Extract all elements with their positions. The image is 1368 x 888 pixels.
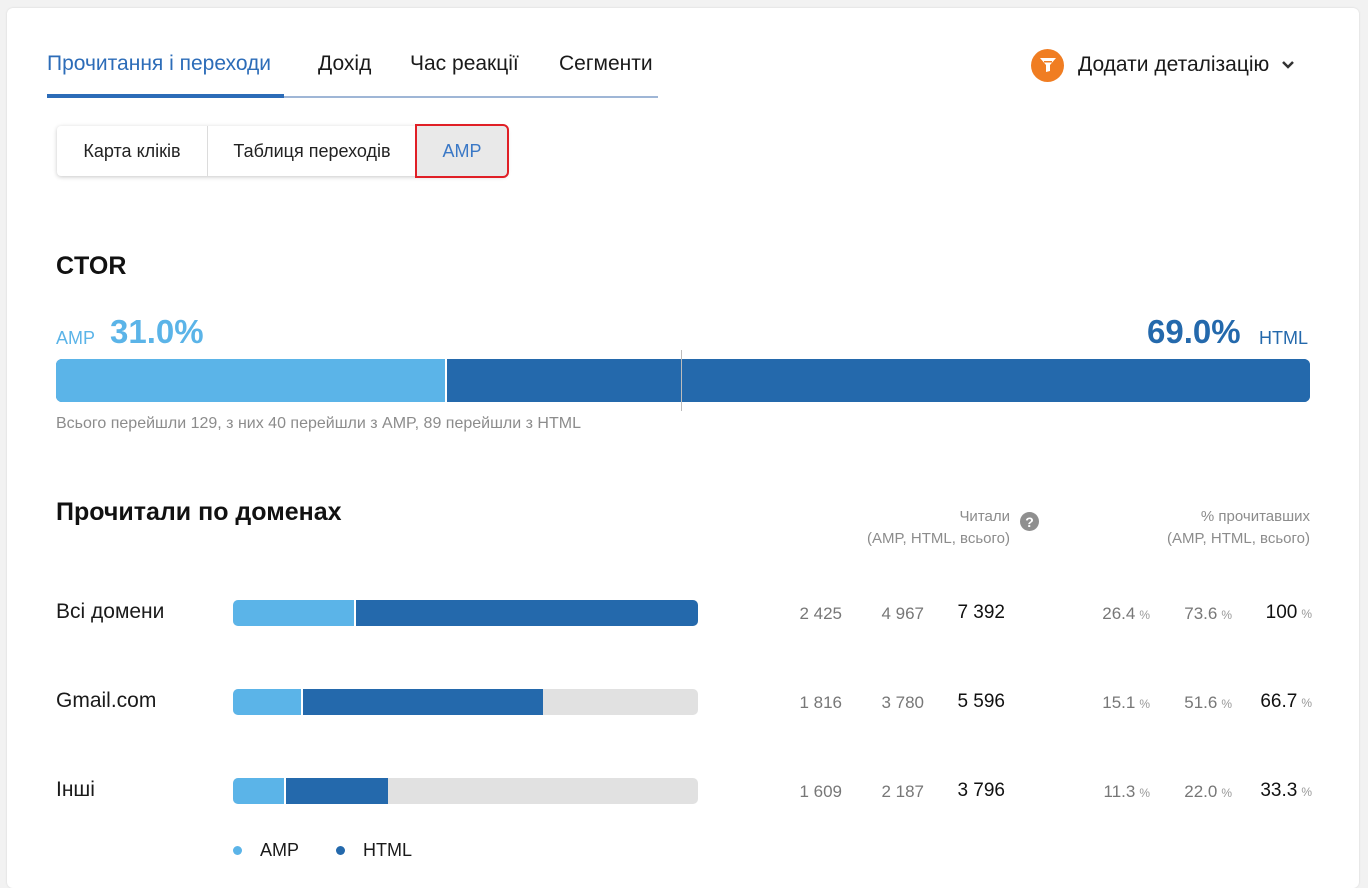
- col-pct-sub: (AMP, HTML, всього): [1166, 530, 1310, 547]
- pct-value: 51.6: [1184, 693, 1218, 712]
- pct-sign: %: [1221, 697, 1232, 711]
- legend-html: HTML: [336, 840, 412, 861]
- pct-value: 15.1: [1102, 693, 1136, 712]
- domain-pct-html: 73.6%: [1162, 604, 1232, 624]
- domain-pct-html: 22.0%: [1162, 782, 1232, 802]
- domain-read-total: 7 392: [957, 602, 1005, 623]
- domain-name: Всі домени: [56, 600, 165, 623]
- ctor-html-label: HTML: [1259, 328, 1308, 348]
- tab-segments[interactable]: Сегменти: [559, 52, 653, 76]
- ctor-html-value: 69.0%: [1147, 313, 1241, 350]
- pct-value: 73.6: [1184, 604, 1218, 623]
- legend-amp-label: AMP: [260, 840, 300, 860]
- legend-amp: AMP: [233, 840, 299, 861]
- domain-bar-html: [303, 689, 544, 715]
- pct-value: 33.3: [1260, 780, 1298, 801]
- domain-name: Інші: [56, 778, 95, 801]
- domain-bar: [233, 600, 698, 626]
- ctor-title: CTOR: [56, 252, 127, 280]
- domain-pct-amp: 15.1%: [1080, 693, 1150, 713]
- domain-pct-total: 33.3%: [1232, 780, 1312, 802]
- add-detail-button[interactable]: Додати деталізацію: [1031, 48, 1295, 82]
- col-read-sub: (AMP, HTML, всього): [866, 530, 1010, 547]
- active-tab-indicator: [47, 94, 284, 98]
- domain-name: Gmail.com: [56, 689, 157, 712]
- pct-value: 66.7: [1260, 691, 1298, 712]
- domain-read-amp: 1 816: [799, 693, 842, 712]
- domain-pct-total: 66.7%: [1232, 691, 1312, 713]
- tab-reads-clicks[interactable]: Прочитання і переходи: [47, 52, 271, 76]
- chevron-down-icon: [1282, 61, 1295, 69]
- domain-read-html: 3 780: [881, 693, 924, 712]
- view-switcher: Карта кліків Таблиця переходів AMP: [57, 124, 509, 178]
- pct-sign: %: [1301, 785, 1312, 799]
- ctor-midline: [681, 350, 682, 411]
- domain-bar: [233, 778, 698, 804]
- help-icon[interactable]: ?: [1020, 512, 1039, 531]
- legend-amp-dot: [233, 846, 242, 855]
- pct-value: 100: [1265, 602, 1298, 623]
- domain-bar-amp: [233, 600, 356, 626]
- domain-read-amp: 2 425: [799, 604, 842, 623]
- pct-value: 26.4: [1102, 604, 1136, 623]
- col-pct-title: % прочитавших: [1200, 508, 1310, 525]
- legend-html-label: HTML: [363, 840, 412, 860]
- tab-reaction-time[interactable]: Час реакції: [410, 52, 519, 76]
- pct-sign: %: [1139, 697, 1150, 711]
- ctor-bar-amp: [56, 359, 447, 402]
- domain-read-html: 2 187: [881, 782, 924, 801]
- ctor-bar: [56, 359, 1310, 402]
- domain-pct-amp: 11.3%: [1080, 782, 1151, 802]
- domain-bar-html: [285, 778, 388, 804]
- add-detail-label: Додати деталізацію: [1078, 53, 1270, 76]
- funnel-icon: [1031, 48, 1064, 82]
- domains-title: Прочитали по доменах: [56, 498, 342, 526]
- legend-html-dot: [336, 846, 345, 855]
- pct-sign: %: [1301, 607, 1312, 621]
- domain-read-total: 3 796: [957, 780, 1005, 801]
- pct-sign: %: [1301, 696, 1312, 710]
- domain-read-html: 4 967: [881, 604, 924, 623]
- click-map-button[interactable]: Карта кліків: [57, 126, 208, 176]
- pct-value: 11.3: [1103, 782, 1136, 801]
- ctor-note: Всього перейшли 129, з них 40 перейшли з…: [56, 415, 581, 432]
- tab-bar: Прочитання і переходи Дохід Час реакції …: [47, 38, 658, 98]
- domain-pct-amp: 26.4%: [1080, 604, 1150, 624]
- ctor-bar-html: [446, 359, 1310, 402]
- domain-read-total: 5 596: [957, 691, 1005, 712]
- tab-revenue[interactable]: Дохід: [318, 52, 371, 76]
- col-pct-header: % прочитавших (AMP, HTML, всього): [1110, 506, 1310, 550]
- domain-pct-total: 100%: [1232, 602, 1312, 624]
- pct-sign: %: [1221, 608, 1232, 622]
- pct-sign: %: [1139, 786, 1150, 800]
- pct-sign: %: [1221, 786, 1232, 800]
- domain-bar: [233, 689, 698, 715]
- col-read-header: Читали (AMP, HTML, всього): [830, 506, 1010, 550]
- pct-value: 22.0: [1184, 782, 1218, 801]
- domain-bar-amp: [233, 689, 304, 715]
- pct-sign: %: [1139, 608, 1150, 622]
- domain-read-amp: 1 609: [799, 782, 842, 801]
- domain-pct-html: 51.6%: [1162, 693, 1232, 713]
- transitions-table-button[interactable]: Таблиця переходів: [208, 126, 417, 176]
- domain-bar-html: [355, 600, 698, 626]
- domain-bar-amp: [233, 778, 286, 804]
- amp-button[interactable]: AMP: [415, 124, 509, 178]
- ctor-amp-value: 31.0%: [110, 313, 204, 350]
- ctor-amp-label: AMP: [56, 328, 96, 348]
- col-read-title: Читали: [959, 508, 1010, 525]
